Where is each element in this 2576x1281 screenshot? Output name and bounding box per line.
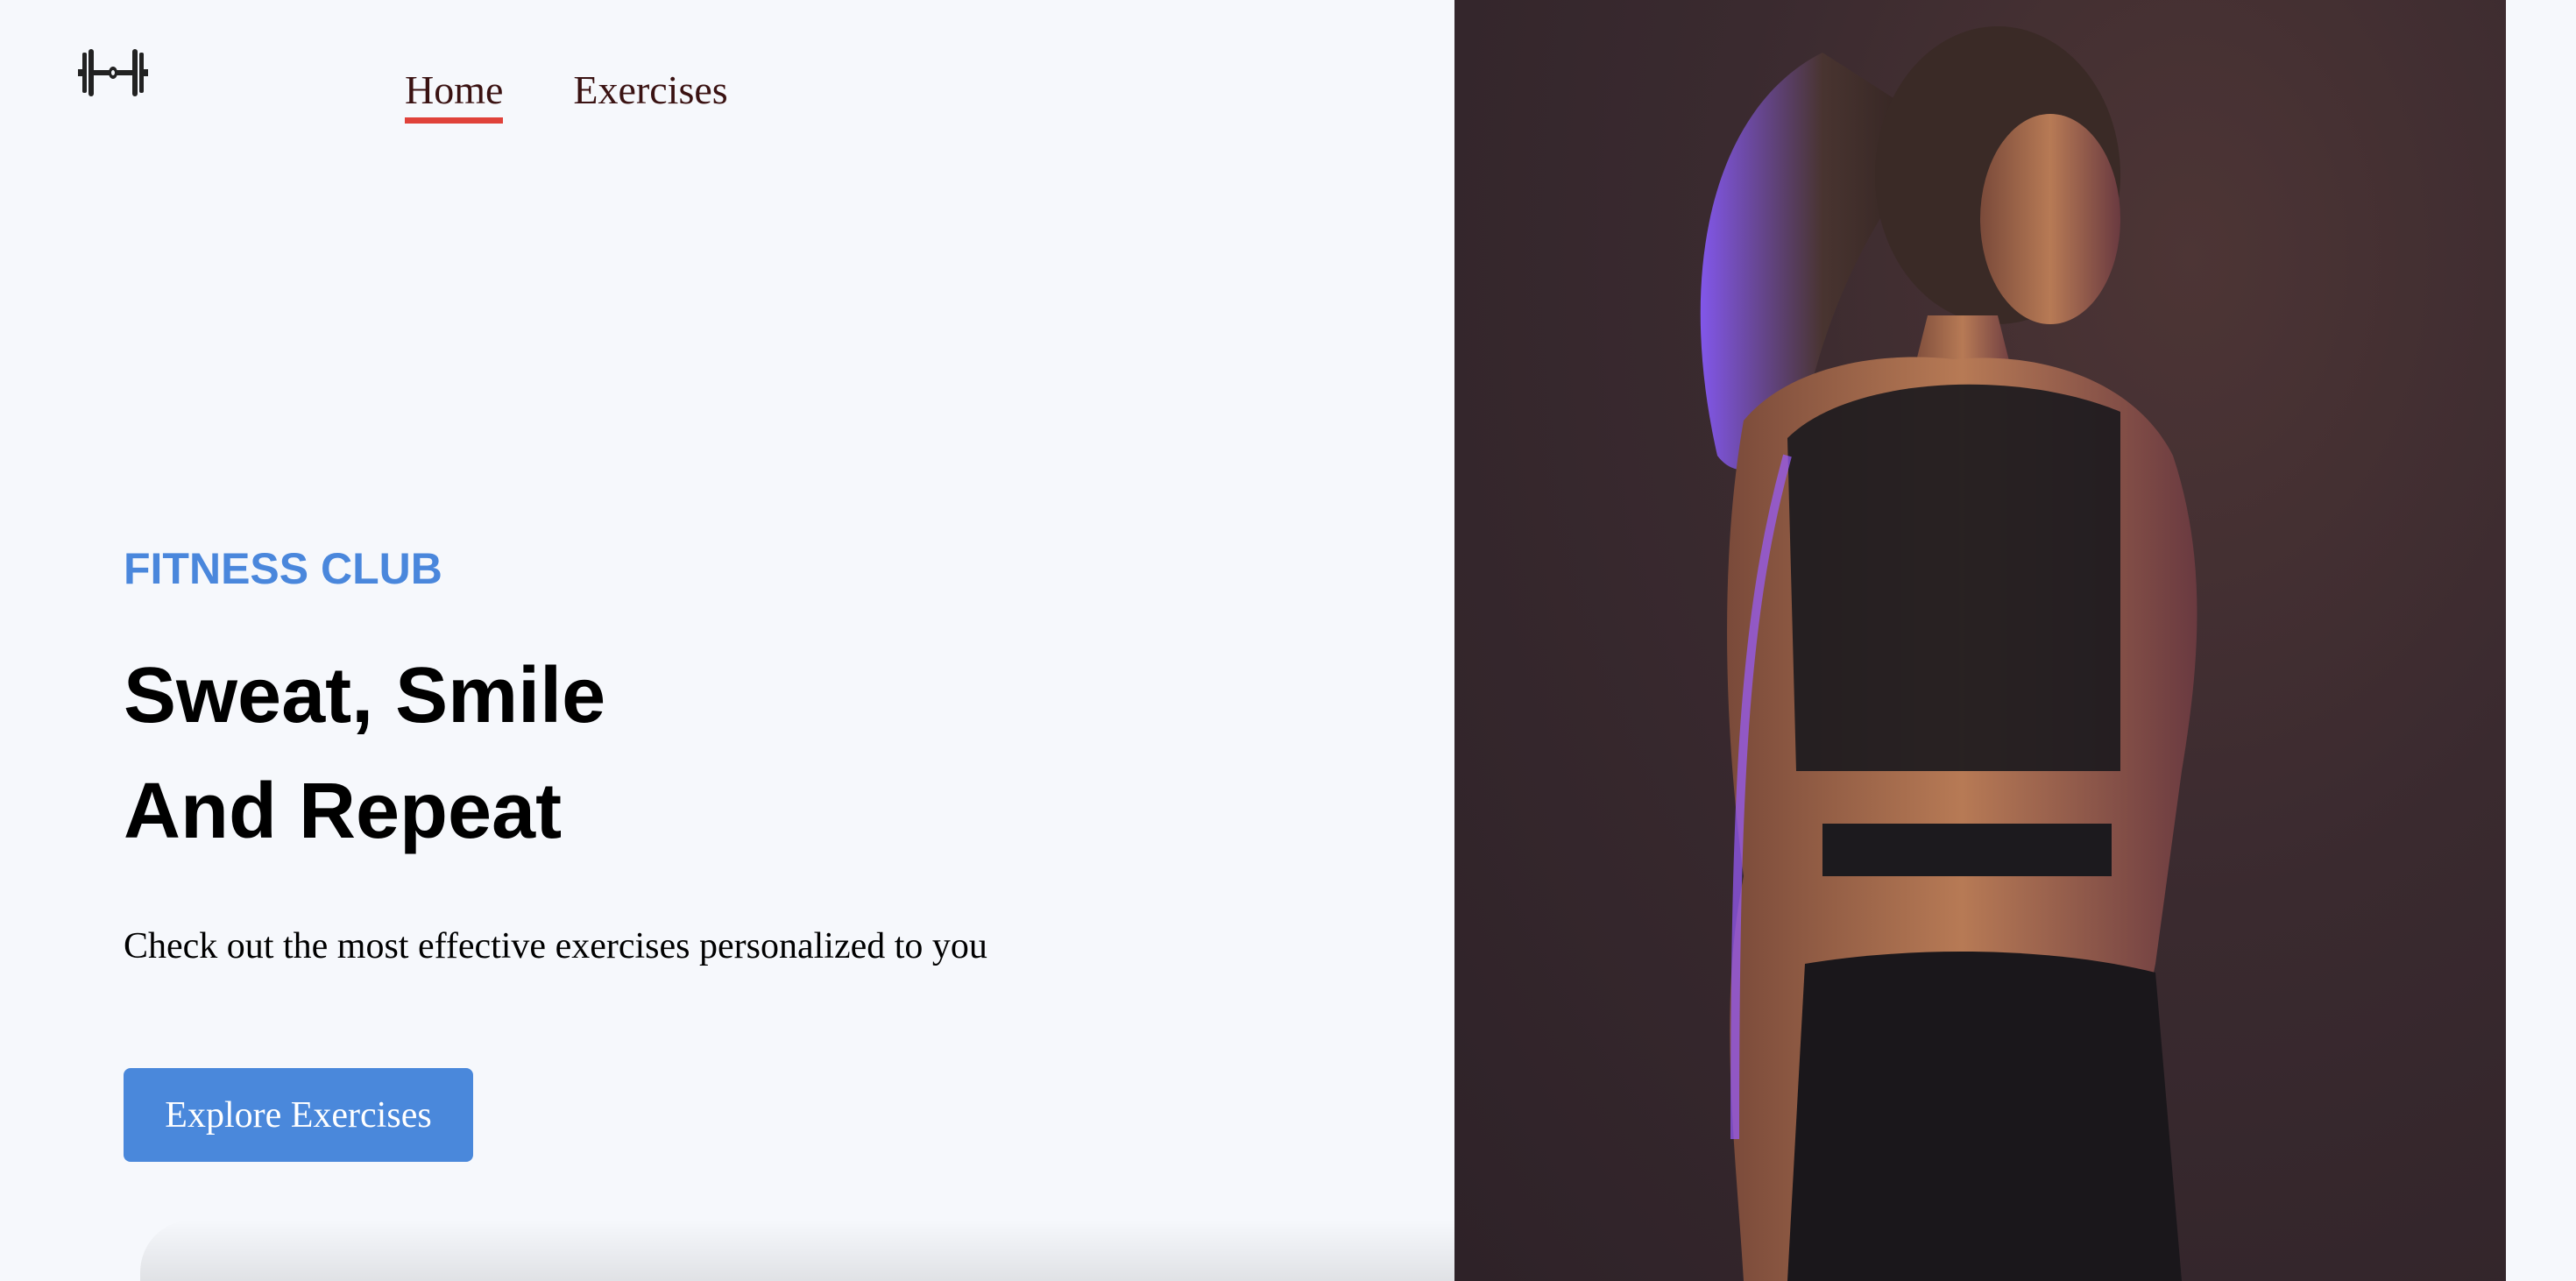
explore-exercises-button[interactable]: Explore Exercises <box>124 1068 473 1162</box>
dumbbell-icon <box>78 49 148 96</box>
headline-line-2: And Repeat <box>124 768 563 855</box>
nav-link-exercises[interactable]: Exercises <box>573 70 727 124</box>
hero-kicker: FITNESS CLUB <box>124 544 442 593</box>
main-nav: Home Exercises <box>405 70 728 124</box>
hero-headline: Sweat, Smile And Repeat <box>124 638 987 869</box>
headline-line-1: Sweat, Smile <box>124 652 606 740</box>
page-margin <box>2506 0 2576 1281</box>
hero-section: FITNESS CLUB Sweat, Smile And Repeat Che… <box>124 543 987 967</box>
hero-banner-image <box>1454 0 2506 1281</box>
nav-link-home[interactable]: Home <box>405 70 504 124</box>
hero-description: Check out the most effective exercises p… <box>124 926 987 966</box>
logo[interactable] <box>74 37 152 107</box>
athlete-illustration <box>1700 26 2197 1281</box>
section-shadow <box>140 1220 1454 1281</box>
